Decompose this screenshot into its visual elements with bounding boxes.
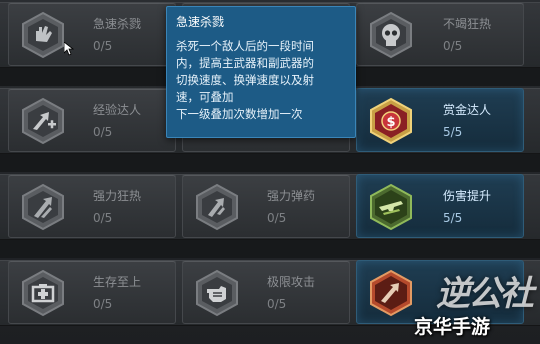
skill-card-bounty-expert[interactable]: $ 赏金达人 5/5 [356,88,524,152]
skill-card-damage-boost[interactable]: 伤害提升 5/5 [356,174,524,238]
tooltip-description: 杀死一个敌人后的一段时间 内，提高主武器和副武器的 切换速度、换弹速度以及射 速… [176,38,346,106]
skill-card-extreme-attack[interactable]: 极限攻击 0/5 [182,260,350,324]
skill-count: 0/5 [443,39,463,53]
skill-card-survival-first[interactable]: 生存至上 0/5 [8,260,176,324]
tooltip-title: 急速杀戮 [176,15,225,29]
tooltip-line: 速，可叠加 [176,90,234,104]
skill-count: 0/5 [267,211,287,225]
skill-count: 0/5 [267,297,287,311]
skill-count: 5/5 [443,211,463,225]
skill-count: 0/5 [93,39,113,53]
row-gap [0,240,540,258]
skill-card-expert-experience[interactable]: 经验达人 0/5 [8,88,176,152]
skill-card-power-frenzy[interactable]: 强力狂热 0/5 [8,174,176,238]
skill-name: 伤害提升 [443,189,492,203]
dollar-badge-icon: $ [367,97,415,145]
slash-arrow-icon [19,183,67,231]
tooltip-line: 内，提高主武器和副武器的 [176,56,314,70]
skill-count: 0/5 [93,297,113,311]
hand-icon [19,11,67,59]
skill-card-undying-frenzy[interactable]: 不竭狂热 0/5 [356,2,524,66]
svg-text:$: $ [386,115,395,130]
fist-icon [193,269,241,317]
mouse-cursor-icon [64,42,74,56]
skill-count: 0/5 [93,125,113,139]
medkit-icon [19,269,67,317]
skill-name: 生存至上 [93,275,142,289]
watermark-logo: 逆公社 [436,274,534,314]
skill-name: 强力弹药 [267,189,316,203]
skill-card-power-ammo[interactable]: 强力弹药 0/5 [182,174,350,238]
skill-name: 极限攻击 [267,275,316,289]
tooltip-next-level: 下一级叠加次数增加一次 [176,107,303,121]
tooltip-line: 杀死一个敌人后的一段时间 [176,39,314,53]
tooltip-line: 切换速度、换弹速度以及射 [176,73,314,87]
skull-icon [367,11,415,59]
plus-arrow-icon [19,97,67,145]
reload-icon [367,269,415,317]
skill-name: 经验达人 [93,103,142,117]
skill-tooltip: 急速杀戮 杀死一个敌人后的一段时间 内，提高主武器和副武器的 切换速度、换弹速度… [166,6,356,138]
skill-count: 5/5 [443,125,463,139]
skill-name: 不竭狂热 [443,17,492,31]
skill-name: 急速杀戮 [93,17,142,31]
gun-icon [367,183,415,231]
skill-card-rapid-kill[interactable]: 急速杀戮 0/5 [8,2,176,66]
skill-name: 强力狂热 [93,189,142,203]
watermark-brand: 京华手游 [414,316,491,338]
skill-name: 赏金达人 [443,103,492,117]
skill-count: 0/5 [93,211,113,225]
row-gap [0,154,540,172]
ammo-arrow-icon [193,183,241,231]
